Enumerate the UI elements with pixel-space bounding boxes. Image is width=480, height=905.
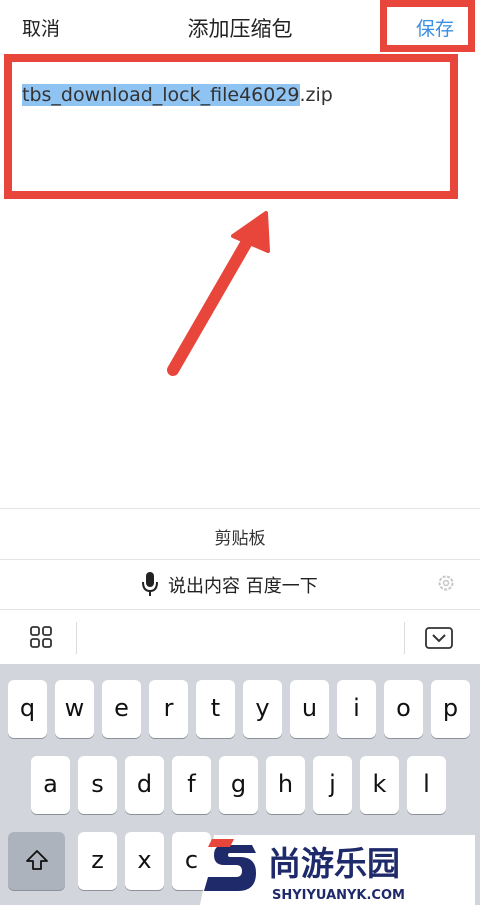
key-p[interactable]: p (431, 680, 470, 738)
key-l[interactable]: l (407, 756, 446, 814)
gear-icon[interactable] (437, 574, 455, 592)
clipboard-label: 剪贴板 (214, 529, 266, 549)
voice-search-row[interactable]: 说出内容 百度一下 (0, 560, 480, 608)
key-o[interactable]: o (384, 680, 423, 738)
filename-extension: .zip (299, 84, 333, 106)
key-g[interactable]: g (219, 756, 258, 814)
voice-search-label: 说出内容 百度一下 (168, 576, 318, 597)
key-f[interactable]: f (172, 756, 211, 814)
watermark-logo: 尚游乐园 SHYIYUANYK.COM (200, 835, 475, 905)
key-r[interactable]: r (149, 680, 188, 738)
filename-selected-text: tbs_download_lock_file46029 (22, 84, 300, 106)
key-i[interactable]: i (337, 680, 376, 738)
key-d[interactable]: d (125, 756, 164, 814)
key-j[interactable]: j (313, 756, 352, 814)
key-s[interactable]: s (78, 756, 117, 814)
shift-key[interactable] (8, 832, 65, 890)
watermark-name: 尚游乐园 (268, 844, 400, 883)
toolbar-divider (76, 622, 77, 654)
key-y[interactable]: y (243, 680, 282, 738)
key-e[interactable]: e (102, 680, 141, 738)
watermark-site: SHYIYUANYK.COM (272, 888, 405, 903)
key-x[interactable]: x (125, 832, 164, 890)
grid-menu-icon[interactable] (30, 626, 52, 648)
key-u[interactable]: u (290, 680, 329, 738)
key-h[interactable]: h (266, 756, 305, 814)
clipboard-row[interactable]: 剪贴板 (0, 508, 480, 560)
key-z[interactable]: z (78, 832, 117, 890)
key-k[interactable]: k (360, 756, 399, 814)
save-highlight-box (380, 0, 475, 52)
key-t[interactable]: t (196, 680, 235, 738)
key-q[interactable]: q (8, 680, 47, 738)
microphone-icon (142, 572, 158, 596)
filename-highlight-box (4, 54, 458, 199)
key-a[interactable]: a (31, 756, 70, 814)
toolbar-divider (404, 622, 405, 654)
hide-keyboard-icon[interactable] (425, 627, 453, 649)
key-w[interactable]: w (55, 680, 94, 738)
keyboard-toolbar (0, 609, 480, 664)
shift-arrow-icon (25, 850, 48, 870)
filename-input[interactable]: tbs_download_lock_file46029.zip (22, 84, 333, 106)
